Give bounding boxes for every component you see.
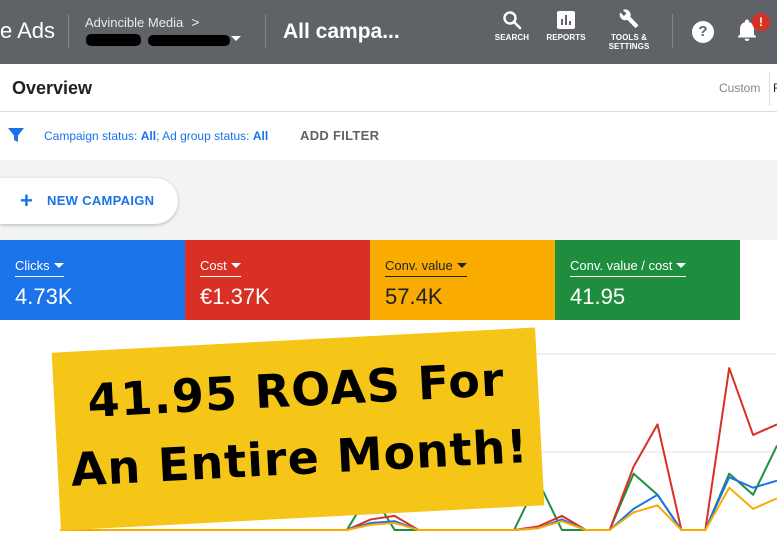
tools-settings-button[interactable]: TOOLS & SETTINGS — [606, 6, 652, 51]
notification-badge[interactable]: ! — [752, 13, 770, 31]
metric-value-clicks: 4.73K — [15, 284, 73, 309]
search-label: SEARCH — [494, 33, 530, 42]
header-divider — [265, 14, 266, 48]
filter-bar: Campaign status: All; Ad group status: A… — [0, 113, 777, 160]
metric-value-conv-value-cost: 41.95 — [570, 284, 626, 309]
reports-label: REPORTS — [546, 33, 586, 42]
add-filter-button[interactable]: ADD FILTER — [300, 128, 379, 143]
product-logo[interactable]: e Ads — [0, 18, 55, 44]
overview-bar: Overview Custom F — [0, 64, 777, 112]
metric-selector-conv-value-cost[interactable]: Conv. value / cost — [570, 258, 687, 277]
account-name: Advincible Media — [85, 15, 184, 30]
header-divider — [672, 14, 673, 48]
metric-value-conv-value: 57.4K — [385, 284, 443, 309]
page-title: Overview — [12, 78, 93, 98]
metric-card-clicks[interactable]: Clicks 4.73K — [0, 240, 185, 320]
search-button[interactable]: SEARCH — [494, 10, 530, 42]
plus-icon: + — [20, 188, 33, 213]
header-divider — [68, 14, 69, 48]
metric-value-cost: €1.37K — [200, 284, 270, 309]
reports-icon — [557, 11, 575, 29]
new-campaign-button[interactable]: + NEW CAMPAIGN — [0, 178, 178, 224]
caret-down-icon — [456, 263, 467, 269]
search-icon — [503, 11, 522, 30]
metric-card-cost[interactable]: Cost €1.37K — [185, 240, 370, 320]
redacted-account-number — [148, 35, 230, 46]
date-range-selector[interactable]: F — [769, 72, 777, 106]
chevron-right-icon: > — [191, 14, 200, 30]
page-heading: All campa... — [283, 20, 400, 43]
action-strip: + NEW CAMPAIGN — [0, 160, 777, 240]
date-range-label[interactable]: Custom — [719, 81, 760, 95]
tools-settings-label: TOOLS & SETTINGS — [608, 33, 650, 51]
caret-down-icon — [53, 263, 64, 269]
top-app-bar: e Ads Advincible Media > All campa... SEA… — [0, 0, 777, 64]
redacted-account-id — [86, 34, 141, 46]
active-filters[interactable]: Campaign status: All; Ad group status: A… — [44, 129, 268, 143]
promo-banner: 41.95 ROAS For An Entire Month! — [51, 327, 545, 531]
filter-icon[interactable] — [8, 127, 24, 143]
metric-selector-cost[interactable]: Cost — [200, 258, 241, 277]
account-dropdown-icon[interactable] — [231, 36, 241, 41]
metric-selector-conv-value[interactable]: Conv. value — [385, 258, 467, 277]
new-campaign-label: NEW CAMPAIGN — [47, 193, 155, 208]
account-selector[interactable]: Advincible Media > — [85, 14, 199, 30]
promo-banner-text: 41.95 ROAS For An Entire Month! — [53, 343, 543, 504]
wrench-icon — [619, 9, 639, 28]
caret-down-icon — [676, 263, 687, 269]
caret-down-icon — [230, 263, 241, 269]
reports-button[interactable]: REPORTS — [545, 10, 587, 42]
metric-card-conv-value[interactable]: Conv. value 57.4K — [370, 240, 555, 320]
help-icon[interactable]: ? — [692, 21, 714, 43]
metric-card-conv-value-cost[interactable]: Conv. value / cost 41.95 — [555, 240, 740, 320]
metric-selector-clicks[interactable]: Clicks — [15, 258, 64, 277]
